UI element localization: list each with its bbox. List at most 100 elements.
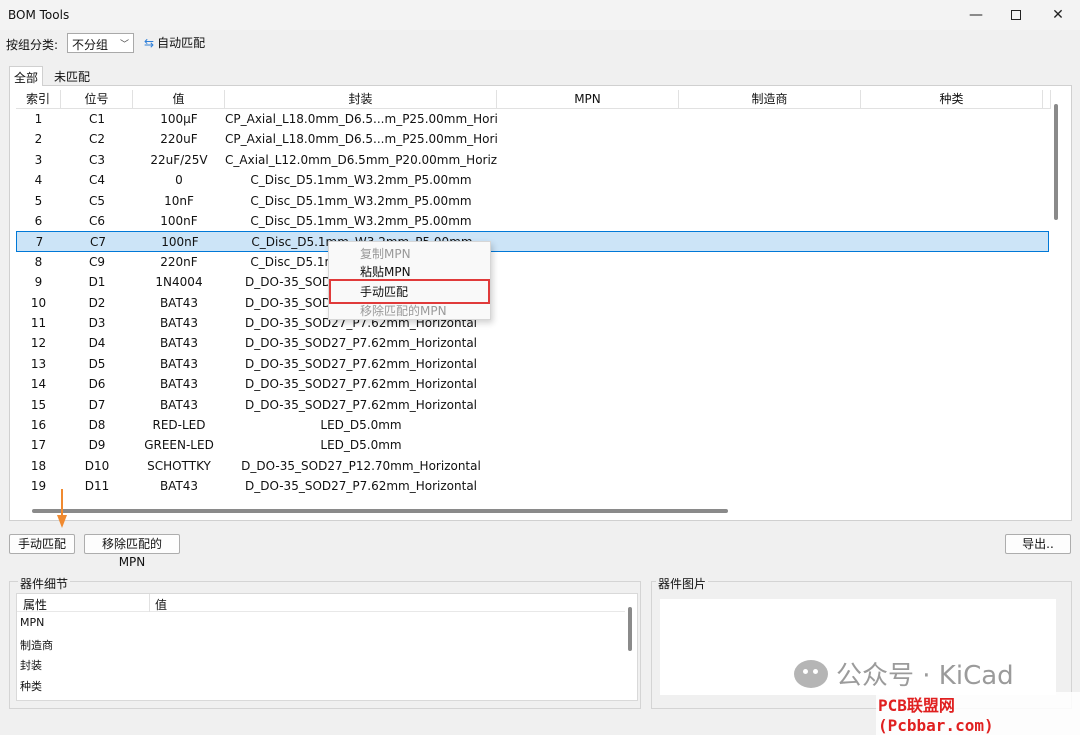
close-button[interactable]: ✕	[1036, 0, 1080, 30]
manual-match-button[interactable]: 手动匹配	[9, 534, 75, 554]
bom-grid[interactable]: 索引 位号值封装 MPN 制造商 种类 1 C1 100µF CP_Axial_L18.0mm…	[16, 90, 1051, 506]
cell-footprint: LED_D5.0mm	[320, 438, 402, 453]
context-menu: 复制MPN 粘贴MPN 手动匹配 移除匹配的MPN	[328, 241, 491, 320]
table-row[interactable]: 17 D9 GREEN-LED LED_D5.0mm	[16, 435, 1049, 455]
auto-match-button[interactable]: ⇆ 自动匹配	[144, 34, 205, 51]
auto-match-icon: ⇆	[144, 35, 155, 50]
cell-index: 11	[30, 316, 47, 330]
cell-value: 1N4004	[155, 275, 203, 290]
col-header-ref[interactable]: 位号	[61, 90, 133, 109]
details-row-category: 种类	[20, 680, 42, 693]
cell-index: 4	[34, 173, 43, 188]
cell-index: 9	[34, 275, 43, 290]
minimize-icon: —	[969, 7, 983, 23]
table-row[interactable]: 3 C3 22uF/25V C_Axial_L12.0mm_D6.5mm_P20.00…	[16, 150, 1049, 170]
details-row-footprint: 封装	[20, 659, 42, 672]
table-row[interactable]: 1 C1 100µF CP_Axial_L18.0mm_D6.5...m_P25.00…	[16, 109, 1049, 129]
cell-index: 2	[34, 132, 43, 147]
cell-index: 15	[30, 397, 47, 412]
cell-footprint: LED_D5.0mm	[320, 418, 402, 432]
cell-ref: D8	[88, 418, 106, 432]
table-row[interactable]: 12 D4 BAT43 D_DO-35_SOD27_P7.62mm_Horizonta…	[16, 333, 1049, 353]
col-header-footprint[interactable]: 封装	[225, 90, 497, 109]
table-row[interactable]: 5 C5 10nF C_Disc_D5.1mm_W3.2mm_P5.00mm	[16, 191, 1049, 211]
cell-index: 1	[34, 112, 43, 126]
cell-ref: C4	[88, 173, 105, 188]
cell-value: BAT43	[159, 316, 199, 330]
table-row[interactable]: 15 D7 BAT43 D_DO-35_SOD27_P7.62mm_Horizonta…	[16, 395, 1049, 415]
cell-footprint: C_Disc_D5.1mm_W3.2mm_P5.00mm	[250, 193, 472, 208]
table-row[interactable]: 14 D6 BAT43 D_DO-35_SOD27_P7.62mm_Horizonta…	[16, 374, 1049, 394]
maximize-button[interactable]	[994, 0, 1038, 30]
table-row[interactable]: 6 C6 100nF C_Disc_D5.1mm_W3.2mm_P5.00mm	[16, 211, 1049, 231]
annotation-arrow-icon	[57, 489, 67, 528]
cell-ref: D7	[88, 397, 106, 412]
close-icon: ✕	[1052, 7, 1064, 23]
group-by-label: 按组分类:	[6, 38, 59, 52]
details-table[interactable]: 属性 值 MPN 制造商 封装 种类	[16, 593, 638, 701]
cell-footprint: CP_Axial_L18.0mm_D6.5...m_P25.00mm_Horiz…	[225, 132, 497, 147]
col-header-extra[interactable]	[1043, 90, 1051, 109]
auto-match-label: 自动匹配	[157, 36, 206, 50]
remove-match-button[interactable]: 移除匹配的MPN	[84, 534, 180, 569]
cell-value: 10nF	[164, 193, 194, 208]
cell-value: 220nF	[160, 254, 198, 269]
cell-footprint: C_Disc_D5.1mm_W3.2mm_P5.00mm	[250, 173, 472, 188]
table-row[interactable]: 2 C2 220uF CP_Axial_L18.0mm_D6.5...m_P25.00…	[16, 129, 1049, 149]
menu-item-remove-mpn[interactable]: 移除匹配的MPN	[360, 302, 447, 320]
table-row[interactable]: 10D2BAT43D_DO-35_SOD27_P7.62mm_Horizonta…	[16, 293, 1049, 313]
cell-footprint: D_DO-35_SOD27_P7.62mm_Horizontal	[244, 336, 478, 351]
cell-index: 7	[35, 235, 44, 250]
watermark: 公众号 · KiCad	[794, 655, 1014, 692]
minimize-button[interactable]: —	[954, 0, 998, 30]
details-row-manufacturer: 制造商	[20, 639, 53, 652]
export-button[interactable]: 导出..	[1005, 534, 1071, 554]
table-row[interactable]: 18 D10 SCHOTTKY D_DO-35_SOD27_P12.70mm_Hori…	[16, 456, 1049, 476]
cell-index: 13	[30, 356, 47, 371]
cell-index: 8	[34, 254, 43, 269]
table-row[interactable]: 13 D5 BAT43 D_DO-35_SOD27_P7.62mm_Horizonta…	[16, 354, 1049, 374]
col-header-index[interactable]: 索引	[16, 90, 61, 109]
details-row-mpn: MPN	[20, 616, 45, 629]
table-row[interactable]: 7C7100nFC_Disc_D5.1mm_W3.2mm_P5.00mm	[16, 231, 1049, 252]
table-row[interactable]: 4 C4 0 C_Disc_D5.1mm_W3.2mm_P5.00mm	[16, 170, 1049, 190]
cell-ref: C5	[88, 193, 105, 208]
cell-value: 0	[175, 173, 183, 188]
cell-value: BAT43	[159, 377, 199, 392]
col-header-mpn[interactable]: MPN	[497, 90, 679, 109]
cell-ref: C2	[88, 132, 105, 147]
cell-ref: C1	[88, 112, 105, 126]
cell-index: 5	[34, 193, 43, 208]
cell-index: 17	[30, 438, 47, 453]
cell-ref: D3	[88, 316, 106, 330]
tab-unmatched[interactable]: 未匹配	[50, 66, 94, 86]
window-title: BOM Tools	[8, 8, 70, 22]
cell-index: 14	[30, 377, 47, 392]
cell-value: 22uF/25V	[150, 152, 208, 167]
table-row[interactable]: 19 D11 BAT43 D_DO-35_SOD27_P7.62mm_Horizont…	[16, 476, 1049, 496]
cell-value: BAT43	[159, 295, 199, 310]
cell-footprint: D_DO-35_SOD27_P12.70mm_Horizontal	[241, 458, 481, 473]
details-scrollbar[interactable]	[628, 607, 632, 651]
details-col-divider	[149, 594, 150, 612]
table-row[interactable]: 11 D3 BAT43 D_DO-35_SOD27_P7.62mm_Horizonta…	[16, 313, 1049, 333]
col-header-category[interactable]: 种类	[861, 90, 1043, 109]
cell-footprint: D_DO-35_SOD27_P7.62mm_Horizontal	[244, 377, 478, 392]
grid-horizontal-scrollbar[interactable]	[32, 509, 728, 513]
menu-item-copy-mpn[interactable]: 复制MPN	[360, 245, 411, 263]
tab-all[interactable]: 全部	[9, 66, 44, 86]
cell-footprint: D_DO-35_SOD27_P7.62mm_Horizontal	[244, 397, 478, 412]
table-row[interactable]: 8C9220nFC_Disc_D5.1mm_W3.2mm_P5.00mm	[16, 252, 1049, 272]
grid-vertical-scrollbar[interactable]	[1054, 104, 1058, 220]
cell-ref: D10	[84, 458, 110, 473]
group-by-select[interactable]: 不分组 ﹀	[67, 33, 134, 53]
cell-index: 19	[30, 479, 47, 494]
table-row[interactable]: 16 D8 RED-LED LED_D5.0mm	[16, 415, 1049, 435]
col-header-manufacturer[interactable]: 制造商	[679, 90, 861, 109]
col-header-value[interactable]: 值	[133, 90, 225, 109]
table-row[interactable]: 9D11N4004D_DO-35_SOD27_P7.62mm_Horizonta…	[16, 272, 1049, 292]
cell-ref: D6	[88, 377, 106, 392]
details-col-attr: 属性	[23, 598, 48, 612]
cell-value: RED-LED	[152, 418, 206, 432]
cell-ref: C9	[88, 254, 105, 269]
